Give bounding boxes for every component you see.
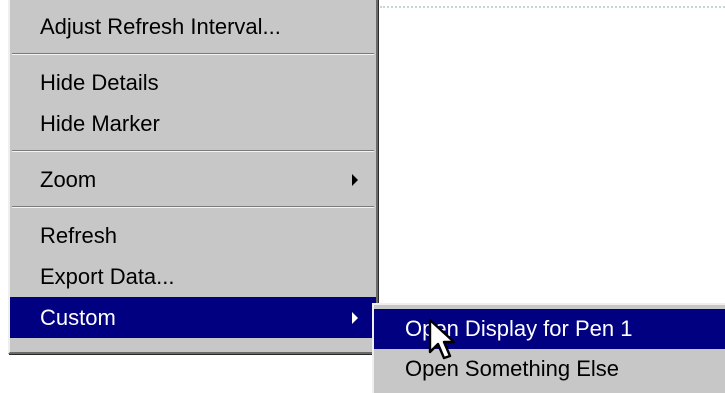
menu-item-adjust-refresh-interval[interactable]: Adjust Refresh Interval... [10, 6, 376, 47]
menu-item-label: Refresh [40, 223, 118, 248]
menu-item-zoom[interactable]: Zoom [10, 159, 376, 200]
submenu-item-open-display-for-pen-1[interactable]: Open Display for Pen 1 [374, 309, 725, 349]
context-menu: Adjust Refresh Interval... Hide Details … [8, 0, 378, 354]
background-window-dotted-line [380, 6, 725, 8]
arrow-pointer-icon [428, 318, 456, 360]
menu-item-custom[interactable]: Custom [10, 297, 376, 338]
menu-item-label: Adjust Refresh Interval... [40, 14, 281, 39]
custom-submenu: Open Display for Pen 1 Open Something El… [372, 303, 725, 393]
menu-item-hide-details[interactable]: Hide Details [10, 62, 376, 103]
menu-separator [12, 53, 374, 55]
menu-item-label: Custom [40, 305, 116, 330]
submenu-arrow-icon [352, 311, 358, 324]
menu-item-refresh[interactable]: Refresh [10, 215, 376, 256]
menu-item-label: Export Data... [40, 264, 175, 289]
menu-item-hide-marker[interactable]: Hide Marker [10, 103, 376, 144]
menu-item-label: Hide Details [40, 70, 159, 95]
submenu-arrow-icon [352, 173, 358, 186]
menu-item-label: Hide Marker [40, 111, 160, 136]
menu-separator [12, 206, 374, 208]
menu-item-label: Zoom [40, 167, 97, 192]
menu-item-export-data[interactable]: Export Data... [10, 256, 376, 297]
menu-separator [12, 150, 374, 152]
submenu-item-open-something-else[interactable]: Open Something Else [374, 349, 725, 389]
